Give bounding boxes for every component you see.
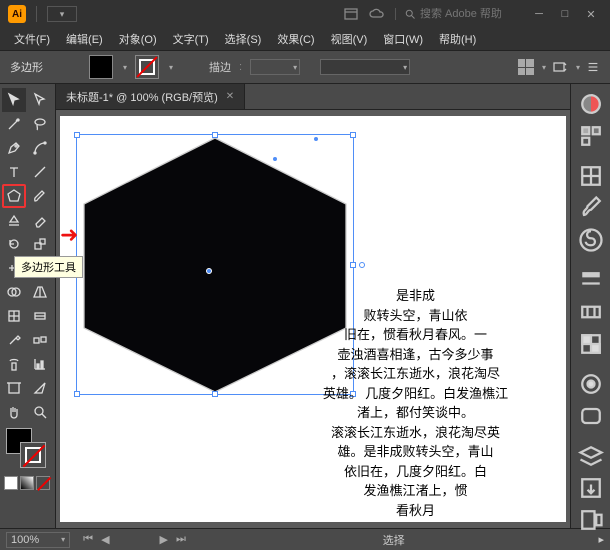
menu-object[interactable]: 对象(O): [113, 29, 163, 49]
menu-edit[interactable]: 编辑(E): [60, 29, 109, 49]
pen-tool[interactable]: [2, 136, 26, 160]
blend-tool[interactable]: [28, 328, 52, 352]
help-search[interactable]: [395, 8, 520, 20]
menu-select[interactable]: 选择(S): [219, 29, 268, 49]
stroke-label: 描边: [209, 59, 231, 75]
zoom-tool[interactable]: [28, 400, 52, 424]
symbol-sprayer-tool[interactable]: [2, 352, 26, 376]
stroke-panel-icon[interactable]: [577, 266, 605, 294]
stroke-weight-dropdown[interactable]: ▾: [250, 59, 300, 75]
transform-icon[interactable]: [552, 59, 568, 75]
gradient-panel-icon[interactable]: [577, 298, 605, 326]
fill-swatch[interactable]: [89, 55, 113, 79]
eraser-tool[interactable]: [28, 208, 52, 232]
right-panels: [570, 84, 610, 528]
close-button[interactable]: ✕: [580, 5, 602, 23]
menu-type[interactable]: 文字(T): [167, 29, 215, 49]
workspace-dropdown[interactable]: [47, 6, 77, 22]
panel-icon[interactable]: [343, 6, 359, 22]
stroke-style-dropdown[interactable]: ▾: [320, 59, 410, 75]
artboard[interactable]: 是非成 败转头空，青山依 旧在，惯看秋月春风。一 壶浊酒喜相逢，古今多少事 ，滚…: [60, 116, 566, 522]
zoom-dropdown[interactable]: 100%▾: [6, 532, 70, 548]
annotation-arrow: ➜: [60, 222, 78, 248]
body-text[interactable]: 是非成 败转头空，青山依 旧在，惯看秋月春风。一 壶浊酒喜相逢，古今多少事 ，滚…: [273, 286, 558, 520]
align-icon[interactable]: [518, 59, 534, 75]
menu-help[interactable]: 帮助(H): [433, 29, 482, 49]
symbols-icon[interactable]: [577, 226, 605, 254]
resize-handle[interactable]: [212, 391, 218, 397]
tab-label: 未标题-1* @ 100% (RGB/预览): [66, 89, 218, 105]
selection-type-label: 多边形: [10, 59, 43, 75]
paintbrush-tool[interactable]: [28, 184, 52, 208]
polygon-tooltip: 多边形工具: [14, 256, 83, 278]
curvature-tool[interactable]: [28, 136, 52, 160]
resize-handle[interactable]: [350, 132, 356, 138]
graphic-styles-icon[interactable]: [577, 402, 605, 430]
search-input[interactable]: [420, 8, 520, 20]
graph-tool[interactable]: [28, 352, 52, 376]
shaper-tool[interactable]: [2, 208, 26, 232]
line-tool[interactable]: [28, 160, 52, 184]
rotate-tool[interactable]: [2, 232, 26, 256]
mesh-tool[interactable]: [2, 304, 26, 328]
asset-export-icon[interactable]: [577, 474, 605, 502]
tab-close-icon[interactable]: ✕: [226, 91, 234, 102]
shape-builder-tool[interactable]: [2, 280, 26, 304]
direct-selection-tool[interactable]: [28, 88, 52, 112]
artboard-tool[interactable]: [2, 376, 26, 400]
maximize-button[interactable]: □: [554, 5, 576, 23]
status-mode: 选择: [383, 532, 405, 548]
appearance-icon[interactable]: [577, 370, 605, 398]
rotate-handle[interactable]: [359, 262, 365, 268]
menu-view[interactable]: 视图(V): [325, 29, 374, 49]
resize-handle[interactable]: [74, 132, 80, 138]
menu-file[interactable]: 文件(F): [8, 29, 56, 49]
slice-tool[interactable]: [28, 376, 52, 400]
minimize-button[interactable]: ─: [528, 5, 550, 23]
resize-handle[interactable]: [350, 262, 356, 268]
color-panel-icon[interactable]: [577, 90, 605, 118]
app-logo: Ai: [8, 5, 26, 23]
stroke-swatch[interactable]: [135, 55, 159, 79]
transparency-icon[interactable]: [577, 330, 605, 358]
eyedropper-tool[interactable]: [2, 328, 26, 352]
layers-icon[interactable]: [577, 442, 605, 470]
color-guide-icon[interactable]: [577, 122, 605, 150]
magic-wand-tool[interactable]: [2, 112, 26, 136]
type-tool[interactable]: [2, 160, 26, 184]
fill-stroke-box[interactable]: [2, 426, 53, 470]
cloud-icon[interactable]: [369, 6, 385, 22]
resize-handle[interactable]: [74, 391, 80, 397]
lasso-tool[interactable]: [28, 112, 52, 136]
artboard-nav[interactable]: ⏮◀▶⏭: [80, 533, 189, 546]
brushes-icon[interactable]: [577, 194, 605, 222]
document-tab[interactable]: 未标题-1* @ 100% (RGB/预览) ✕: [56, 84, 245, 109]
toolbox: [0, 84, 56, 528]
swatches-icon[interactable]: [577, 162, 605, 190]
menu-window[interactable]: 窗口(W): [377, 29, 429, 49]
hand-tool[interactable]: [2, 400, 26, 424]
polygon-tool[interactable]: [2, 184, 26, 208]
selection-tool[interactable]: [2, 88, 26, 112]
menu-effect[interactable]: 效果(C): [271, 29, 320, 49]
menu-bar: 文件(F) 编辑(E) 对象(O) 文字(T) 选择(S) 效果(C) 视图(V…: [0, 28, 610, 50]
menu-more-icon[interactable]: [586, 60, 600, 74]
scale-tool[interactable]: [28, 232, 52, 256]
resize-handle[interactable]: [212, 132, 218, 138]
gradient-tool[interactable]: [28, 304, 52, 328]
status-expand-icon[interactable]: ▸: [598, 533, 604, 546]
artboards-panel-icon[interactable]: [577, 506, 605, 534]
perspective-tool[interactable]: [28, 280, 52, 304]
